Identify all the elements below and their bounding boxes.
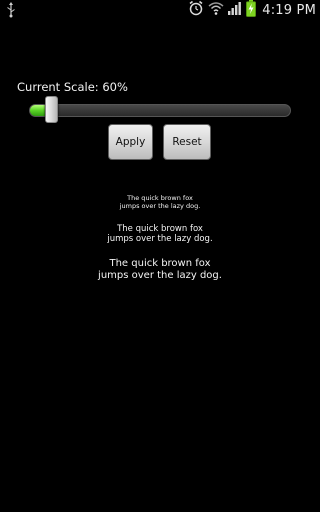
current-scale-label: Current Scale: 60% bbox=[17, 80, 128, 94]
status-time: 4:19 PM bbox=[262, 2, 316, 18]
status-bar: 4:19 PM bbox=[0, 0, 320, 20]
scale-seekbar[interactable] bbox=[29, 104, 291, 117]
wifi-icon bbox=[208, 0, 224, 20]
sample-text-small: The quick brown fox jumps over the lazy … bbox=[119, 194, 201, 210]
reset-button[interactable]: Reset bbox=[163, 124, 211, 160]
usb-icon bbox=[5, 2, 17, 18]
seekbar-thumb[interactable] bbox=[45, 96, 58, 123]
apply-button[interactable]: Apply bbox=[108, 124, 153, 160]
sample-text-large: The quick brown fox jumps over the lazy … bbox=[98, 258, 222, 281]
alarm-icon bbox=[188, 0, 204, 20]
signal-icon bbox=[228, 0, 242, 20]
sample-text-medium: The quick brown fox jumps over the lazy … bbox=[107, 224, 213, 244]
app-screen: 4:19 PM Current Scale: 60% Apply Reset T… bbox=[0, 0, 320, 512]
battery-charging-icon bbox=[246, 0, 257, 21]
